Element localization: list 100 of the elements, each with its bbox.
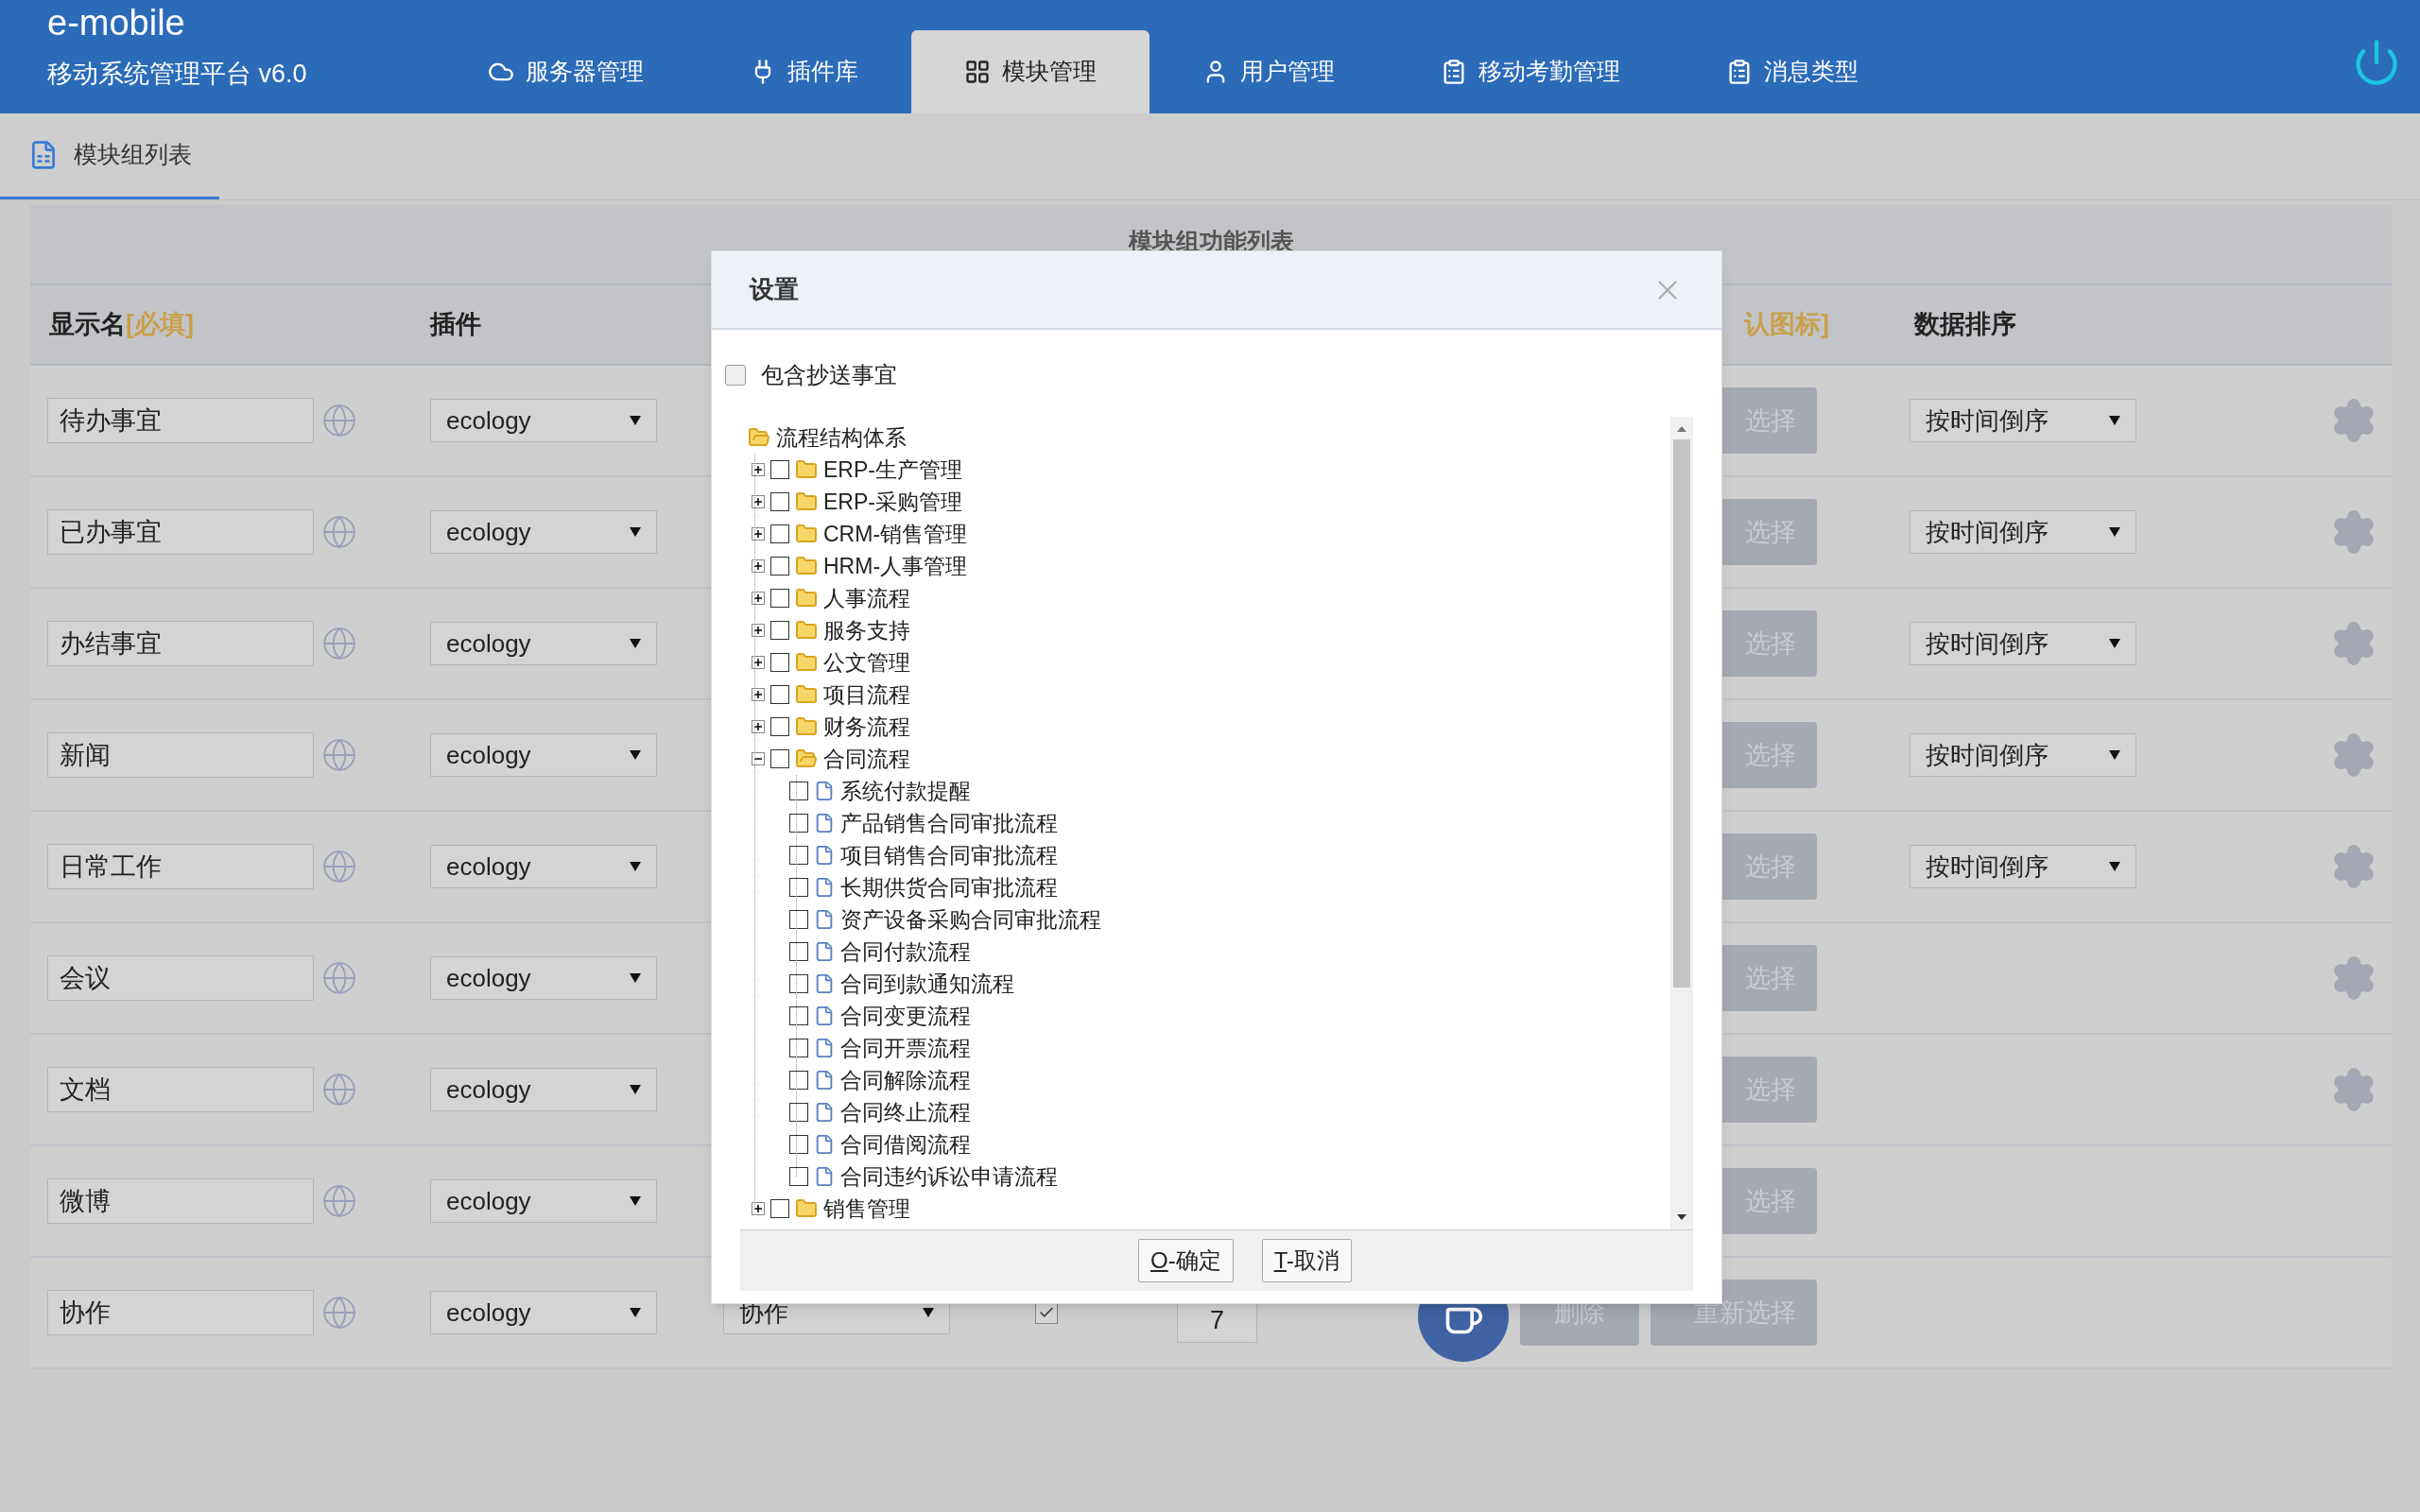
expand-icon[interactable] <box>752 559 765 573</box>
tree-item-label[interactable]: 销售管理 <box>823 1192 910 1226</box>
tree-item-label[interactable]: 系统付款提醒 <box>840 774 971 808</box>
plugin-select[interactable]: ecology <box>430 622 657 665</box>
name-field[interactable]: 待办事宜 <box>47 398 314 443</box>
plugin-select[interactable]: ecology <box>430 1068 657 1111</box>
tree-checkbox[interactable] <box>789 942 808 961</box>
tree-checkbox[interactable] <box>770 492 789 511</box>
name-field[interactable]: 文档 <box>47 1067 314 1112</box>
tree-checkbox[interactable] <box>770 749 789 768</box>
expand-icon[interactable] <box>752 1202 765 1215</box>
sort-select[interactable]: 按时间倒序 <box>1910 845 2136 888</box>
caret-icon <box>2109 527 2120 537</box>
tree-item-label[interactable]: HRM-人事管理 <box>823 549 968 583</box>
file-icon <box>814 909 835 930</box>
plugin-select[interactable]: ecology <box>430 845 657 888</box>
sort-select[interactable]: 按时间倒序 <box>1910 622 2136 665</box>
tree-item-label[interactable]: 公文管理 <box>823 645 910 679</box>
plugin-select[interactable]: ecology <box>430 1179 657 1223</box>
expand-icon[interactable] <box>752 688 765 701</box>
tree-checkbox[interactable] <box>789 1167 808 1186</box>
tree-item-label[interactable]: 合同违约诉讼申请流程 <box>840 1160 1058 1194</box>
tree-item-label[interactable]: 财务流程 <box>823 710 910 744</box>
tree-checkbox[interactable] <box>770 621 789 640</box>
tree-item-label[interactable]: 流程结构体系 <box>776 421 907 455</box>
tree-item-label[interactable]: 人事流程 <box>823 581 910 615</box>
dialog-button[interactable]: T-取消 <box>1261 1239 1352 1282</box>
tree-item-label[interactable]: 合同流程 <box>823 742 910 776</box>
tree-checkbox[interactable] <box>770 524 789 543</box>
tree-checkbox[interactable] <box>770 1199 789 1218</box>
tree-checkbox[interactable] <box>789 1103 808 1122</box>
tree-checkbox[interactable] <box>789 1135 808 1154</box>
plugin-select[interactable]: ecology <box>430 399 657 442</box>
expand-icon[interactable] <box>752 656 765 669</box>
plugin-select[interactable]: ecology <box>430 510 657 554</box>
expand-icon[interactable] <box>752 463 765 476</box>
tree-item-label[interactable]: CRM-销售管理 <box>823 517 968 551</box>
expand-icon[interactable] <box>752 720 765 733</box>
cc-checkbox[interactable] <box>725 365 746 386</box>
tree-checkbox[interactable] <box>789 814 808 833</box>
file-icon <box>814 1166 835 1187</box>
tree-checkbox[interactable] <box>789 878 808 897</box>
name-field[interactable]: 新闻 <box>47 732 314 778</box>
caret-icon <box>2109 639 2120 648</box>
expand-icon[interactable] <box>752 592 765 605</box>
tree-item-label[interactable]: 长期供货合同审批流程 <box>840 870 1058 904</box>
sort-select[interactable]: 按时间倒序 <box>1910 399 2136 442</box>
tree-item-label[interactable]: 合同付款流程 <box>840 935 971 969</box>
tree-item-label[interactable]: 合同借阅流程 <box>840 1127 971 1161</box>
nav-tab[interactable]: 消息类型 <box>1673 30 1911 113</box>
tree-item-label[interactable]: 资产设备采购合同审批流程 <box>840 902 1101 936</box>
sort-select[interactable]: 按时间倒序 <box>1910 510 2136 554</box>
tree-item-label[interactable]: 产品销售合同审批流程 <box>840 806 1058 840</box>
tree-checkbox[interactable] <box>770 557 789 576</box>
collapse-icon[interactable] <box>752 752 765 765</box>
sub-tab[interactable]: 模块组列表 <box>0 113 219 199</box>
tree-checkbox[interactable] <box>789 1039 808 1057</box>
name-field[interactable]: 微博 <box>47 1178 314 1224</box>
tree-checkbox[interactable] <box>770 717 789 736</box>
tree-item-label[interactable]: ERP-采购管理 <box>823 485 962 519</box>
name-field[interactable]: 办结事宜 <box>47 621 314 666</box>
sort-select[interactable]: 按时间倒序 <box>1910 733 2136 777</box>
nav-tab[interactable]: 移动考勤管理 <box>1388 30 1673 113</box>
name-field[interactable]: 会议 <box>47 955 314 1001</box>
name-field[interactable]: 已办事宜 <box>47 509 314 555</box>
tree-checkbox[interactable] <box>789 974 808 993</box>
expand-icon[interactable] <box>752 495 765 508</box>
scrollbar[interactable] <box>1670 417 1693 1229</box>
tree-checkbox[interactable] <box>789 910 808 929</box>
tree-item-label[interactable]: 合同解除流程 <box>840 1063 971 1097</box>
name-field[interactable]: 协作 <box>47 1290 314 1335</box>
nav-tab[interactable]: 用户管理 <box>1150 30 1388 113</box>
dialog-button[interactable]: O-确定 <box>1138 1239 1234 1282</box>
tree-item-label[interactable]: 合同变更流程 <box>840 999 971 1033</box>
tree-item-label[interactable]: 合同到款通知流程 <box>840 967 1014 1001</box>
tree-checkbox[interactable] <box>789 1006 808 1025</box>
folder-icon <box>795 587 818 610</box>
tree-checkbox[interactable] <box>770 589 789 608</box>
tree-item-label[interactable]: 项目流程 <box>823 678 910 712</box>
nav-tab[interactable]: 模块管理 <box>911 30 1150 113</box>
nav-tab[interactable]: 服务器管理 <box>435 30 697 113</box>
tree-item-label[interactable]: 合同开票流程 <box>840 1031 971 1065</box>
file-icon <box>814 1005 835 1026</box>
plugin-select[interactable]: ecology <box>430 733 657 777</box>
tree-checkbox[interactable] <box>770 460 789 479</box>
name-field[interactable]: 日常工作 <box>47 844 314 889</box>
plugin-select[interactable]: ecology <box>430 1291 657 1334</box>
tree-checkbox[interactable] <box>789 1071 808 1090</box>
tree-item-label[interactable]: 项目销售合同审批流程 <box>840 838 1058 872</box>
tree-item-label[interactable]: 服务支持 <box>823 613 910 647</box>
tree-item-label[interactable]: ERP-生产管理 <box>823 453 962 487</box>
tree-item-label[interactable]: 合同终止流程 <box>840 1095 971 1129</box>
nav-tab[interactable]: 插件库 <box>697 30 911 113</box>
expand-icon[interactable] <box>752 624 765 637</box>
tree-checkbox[interactable] <box>789 782 808 800</box>
tree-checkbox[interactable] <box>789 846 808 865</box>
expand-icon[interactable] <box>752 527 765 541</box>
tree-checkbox[interactable] <box>770 685 789 704</box>
plugin-select[interactable]: ecology <box>430 956 657 1000</box>
tree-checkbox[interactable] <box>770 653 789 672</box>
